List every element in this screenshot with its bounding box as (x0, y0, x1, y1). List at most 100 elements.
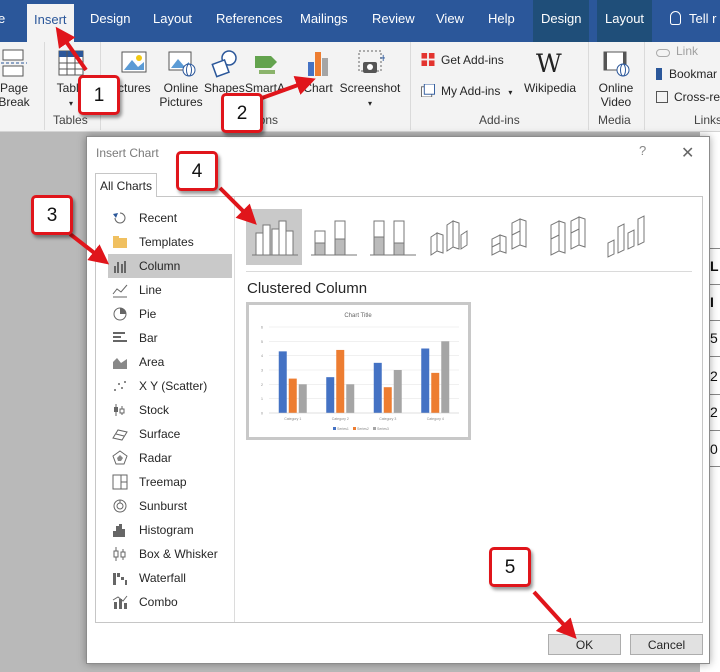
bookmark-label: Bookmar (669, 67, 718, 81)
chart-preview[interactable]: Chart Title 0 1 2 3 4 5 6 Category 1 Category 2 C… (246, 302, 471, 440)
category-area[interactable]: Area (108, 350, 232, 374)
category-label: X Y (Scatter) (139, 379, 208, 393)
tab-table-design[interactable]: Design (533, 0, 590, 42)
category-x-y-scatter[interactable]: X Y (Scatter) (108, 374, 232, 398)
tab-help[interactable]: Help (488, 11, 515, 33)
page-break-button[interactable]: Page Break (0, 48, 30, 109)
tab-table-layout[interactable]: Layout (597, 0, 653, 42)
chart-button[interactable]: Chart (300, 48, 336, 95)
category-label: Stock (139, 403, 170, 417)
my-addins-button[interactable]: My Add-ins ▾ (421, 84, 512, 98)
callout-5: 5 (489, 547, 531, 587)
page-break-label-1: Page (0, 81, 29, 95)
preview-category-label: Category 3 (379, 417, 396, 421)
100-stacked-column-thumbnail[interactable] (364, 209, 420, 265)
pictures-icon (121, 51, 147, 73)
tab-all-charts[interactable]: All Charts (95, 173, 157, 197)
group-label-links: Links (694, 113, 720, 127)
column-icon (114, 261, 126, 273)
stacked-column-thumbnail[interactable] (305, 209, 361, 265)
callout-2: 2 (221, 93, 263, 133)
dialog-title: Insert Chart (96, 146, 159, 160)
online-video-icon (603, 51, 630, 77)
category-sunburst[interactable]: Sunburst (108, 494, 232, 518)
category-label: Box & Whisker (139, 547, 218, 561)
category-surface[interactable]: Surface (108, 422, 232, 446)
tab-view[interactable]: View (436, 11, 464, 33)
preview-bar (431, 372, 440, 413)
link-button[interactable]: Link (656, 44, 698, 58)
category-label: Line (139, 283, 162, 297)
get-addins-button[interactable]: Get Add-ins (421, 53, 504, 67)
table-cell: 2 (710, 404, 718, 420)
category-bar[interactable]: Bar (108, 326, 232, 350)
addins-icon (421, 84, 435, 97)
online-video-button[interactable]: Online Video (594, 48, 638, 109)
screenshot-button[interactable]: + Screenshot ▾ (338, 48, 402, 109)
tab-file[interactable]: e (0, 11, 5, 33)
100-stacked-column-icon (370, 220, 416, 256)
3d-column-thumbnail[interactable] (600, 209, 656, 265)
category-label: Radar (139, 451, 172, 465)
3d-stacked-column-thumbnail[interactable] (482, 209, 538, 265)
category-recent[interactable]: Recent (108, 206, 232, 230)
online-video-label-2: Video (600, 95, 632, 109)
close-button[interactable]: ✕ (681, 143, 694, 163)
category-box-whisker[interactable]: Box & Whisker (108, 542, 232, 566)
tab-mailings[interactable]: Mailings (300, 11, 348, 33)
category-radar[interactable]: Radar (108, 446, 232, 470)
preview-bar (393, 370, 402, 413)
category-pie[interactable]: Pie (108, 302, 232, 326)
group-divider (44, 42, 45, 130)
tab-layout[interactable]: Layout (153, 11, 192, 33)
tab-design[interactable]: Design (90, 11, 130, 33)
store-icon (421, 53, 435, 66)
recent-icon (113, 212, 126, 224)
smartart-icon (255, 56, 277, 74)
ok-button[interactable]: OK (548, 634, 621, 655)
category-waterfall[interactable]: Waterfall (108, 566, 232, 590)
category-column[interactable]: Column (108, 254, 232, 278)
category-label: Combo (139, 595, 178, 609)
3d-100-stacked-column-icon (550, 216, 586, 256)
shapes-button[interactable]: Shapes (204, 48, 245, 95)
bookmark-button[interactable]: Bookmar (656, 67, 717, 81)
screenshot-dropdown-arrow: ▾ (367, 99, 372, 108)
tab-review[interactable]: Review (372, 11, 415, 33)
category-label: Histogram (139, 523, 194, 537)
preview-legend-label: Series3 (377, 427, 389, 431)
group-divider (410, 42, 411, 130)
line-icon (112, 284, 128, 298)
category-treemap[interactable]: Treemap (108, 470, 232, 494)
cancel-button[interactable]: Cancel (630, 634, 703, 655)
bookmark-icon (656, 68, 662, 80)
tab-references[interactable]: References (216, 11, 282, 33)
waterfall-icon (113, 573, 127, 585)
3d-clustered-column-thumbnail[interactable] (423, 209, 479, 265)
online-pictures-label-1: Online (163, 81, 199, 95)
table-cell: I (710, 294, 714, 310)
my-addins-label: My Add-ins (441, 84, 501, 98)
3d-100-stacked-column-thumbnail[interactable] (541, 209, 597, 265)
help-button[interactable]: ? (639, 143, 646, 158)
tell-me-search[interactable]: Tell r (670, 11, 716, 26)
table-cell: 0 (710, 441, 718, 457)
preview-bar (298, 384, 307, 413)
category-histogram[interactable]: Histogram (108, 518, 232, 542)
preview-bar (421, 348, 430, 413)
chart-preview-plot: Chart Title 0 1 2 3 4 5 6 Category 1 Category 2 C… (261, 313, 459, 431)
category-templates[interactable]: Templates (108, 230, 232, 254)
category-line[interactable]: Line (108, 278, 232, 302)
wikipedia-button[interactable]: W Wikipedia (522, 48, 578, 95)
cross-reference-button[interactable]: Cross-ref (656, 90, 720, 104)
preview-legend-label: Series2 (357, 427, 369, 431)
smartart-button[interactable]: SmartA (245, 48, 287, 95)
tab-insert[interactable]: Insert (27, 4, 74, 42)
stacked-column-icon (311, 220, 357, 256)
category-combo[interactable]: Combo (108, 590, 232, 614)
category-stock[interactable]: Stock (108, 398, 232, 422)
online-pictures-button[interactable]: Online Pictures (158, 48, 204, 109)
link-label: Link (676, 44, 699, 58)
clustered-column-thumbnail[interactable] (246, 209, 302, 265)
combo-icon (112, 595, 128, 609)
